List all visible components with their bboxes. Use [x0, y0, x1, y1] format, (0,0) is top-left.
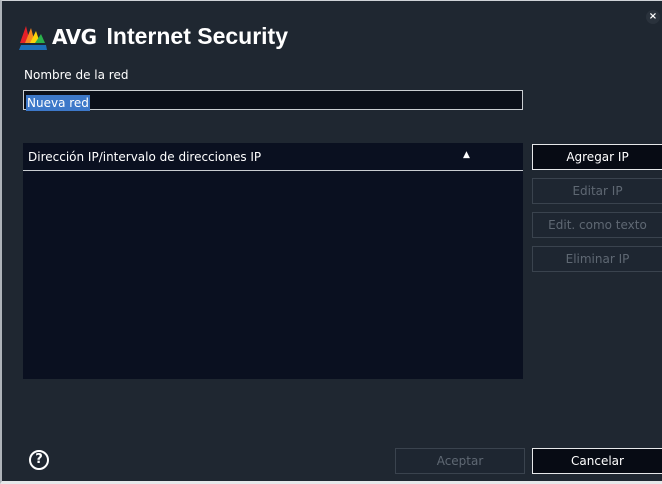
- product-name: Internet Security: [106, 23, 289, 49]
- cancel-button[interactable]: Cancelar: [532, 448, 662, 474]
- window-title: AVG Internet Security: [52, 23, 288, 50]
- network-name-input[interactable]: Nueva red: [23, 90, 523, 111]
- list-column-header[interactable]: Dirección IP/intervalo de direcciones IP…: [23, 143, 523, 171]
- brand-name: AVG: [52, 25, 97, 49]
- avg-logo-icon: [19, 26, 47, 50]
- ip-address-list[interactable]: Dirección IP/intervalo de direcciones IP…: [23, 143, 523, 379]
- column-header-label: Dirección IP/intervalo de direcciones IP: [28, 150, 262, 164]
- close-icon[interactable]: ×: [646, 10, 660, 24]
- edit-ip-button[interactable]: Editar IP: [532, 178, 662, 204]
- sort-ascending-icon: ▲: [463, 150, 470, 160]
- delete-ip-button[interactable]: Eliminar IP: [532, 246, 662, 272]
- network-name-label: Nombre de la red: [24, 68, 129, 82]
- help-icon[interactable]: ?: [29, 450, 49, 470]
- add-ip-button[interactable]: Agregar IP: [532, 144, 662, 170]
- accept-button[interactable]: Aceptar: [395, 448, 525, 474]
- network-name-value[interactable]: Nueva red: [26, 95, 90, 111]
- dialog-window: × AVG Internet Security Nombre de la red …: [0, 0, 662, 484]
- edit-as-text-button[interactable]: Edit. como texto: [532, 212, 662, 238]
